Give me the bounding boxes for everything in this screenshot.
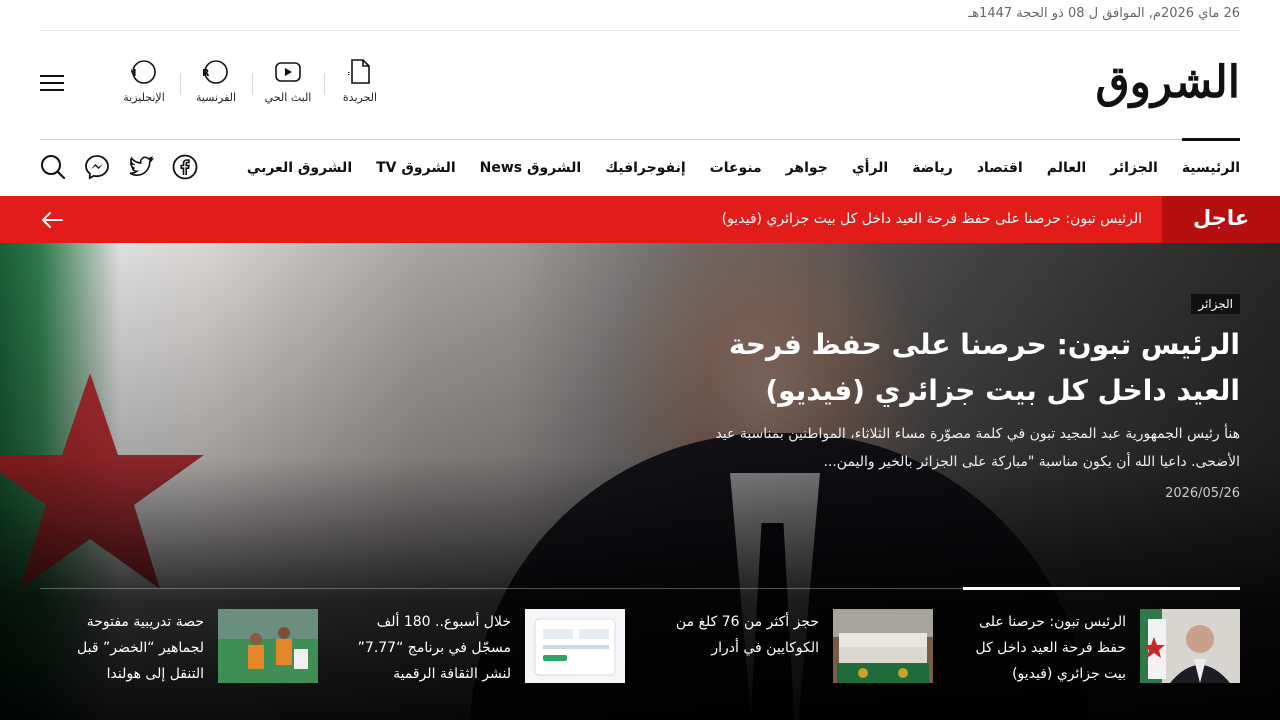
french-language-icon: FR [203, 59, 229, 85]
breaking-news-bar: عاجل الرئيس تبون: حرصنا على حفظ فرحة الع… [0, 196, 1280, 243]
shortcut-live-stream[interactable]: البث الحي [252, 59, 325, 104]
menu-icon[interactable] [40, 75, 64, 95]
facebook-icon[interactable] [172, 154, 198, 180]
hero-excerpt: هنأ رئيس الجمهورية عبد المجيد تبون في كل… [715, 426, 1240, 470]
story-title: حصة تدريبية مفتوحة لجماهير “الخضر” قبل ا… [77, 614, 204, 682]
pdf-icon: PDF [347, 59, 373, 85]
seized-drugs-thumbnail [833, 609, 933, 683]
header-shortcuts: PDF الجريدة البث الحي FR الفرنسية EN الإ… [108, 59, 396, 104]
story-card[interactable]: حجز أكثر من 76 كلغ من الكوكايين في أدرار [656, 609, 933, 685]
date-bar: 26 ماي 2026م, الموافق ل 08 ذو الحجة 1447… [40, 0, 1240, 31]
nav-item-echorouk-news[interactable]: الشروق News [480, 140, 582, 196]
shortcut-english[interactable]: EN الإنجليزية [108, 59, 181, 104]
nav-item-economy[interactable]: اقتصاد [977, 140, 1023, 196]
nav-item-jewels[interactable]: جواهر [786, 140, 828, 196]
shortcut-label: الفرنسية [195, 91, 237, 104]
svg-text:PDF: PDF [348, 71, 350, 79]
category-tag[interactable]: الجزائر [1191, 294, 1240, 314]
main-nav: الرئيسية الجزائر العالم اقتصاد رياضة الر… [40, 138, 1241, 196]
nav-item-world[interactable]: العالم [1047, 140, 1086, 196]
story-title: الرئيس تبون: حرصنا على حفظ فرحة العيد دا… [975, 614, 1126, 682]
digital-program-thumbnail [525, 609, 625, 683]
site-logo[interactable]: الشروق [1095, 55, 1241, 111]
nav-item-home[interactable]: الرئيسية [1181, 138, 1241, 196]
youtube-play-icon [275, 59, 301, 85]
story-title: خلال أسبوع.. 180 ألف مسجّل في برنامج “7.… [357, 614, 511, 682]
story-card[interactable]: حصة تدريبية مفتوحة لجماهير “الخضر” قبل ا… [41, 609, 318, 685]
president-video-thumbnail [1140, 609, 1240, 683]
related-stories: الرئيس تبون: حرصنا على حفظ فرحة العيد دا… [40, 587, 1240, 698]
story-title: حجز أكثر من 76 كلغ من الكوكايين في أدرار [675, 614, 819, 656]
hero-section: الجزائر الرئيس تبون: حرصنا على حفظ فرحة … [0, 243, 1280, 720]
twitter-icon[interactable] [128, 154, 154, 180]
shortcut-label: الجريدة [342, 91, 378, 104]
svg-text:FR: FR [203, 68, 210, 79]
site-header: الشروق PDF الجريدة البث الحي FR الفرنسية… [40, 31, 1241, 140]
hero-title[interactable]: الرئيس تبون: حرصنا على حفظ فرحة العيد دا… [680, 322, 1240, 414]
nav-item-misc[interactable]: منوعات [710, 140, 762, 196]
nav-item-infographic[interactable]: إنفوجرافيك [605, 140, 685, 196]
breaking-headline[interactable]: الرئيس تبون: حرصنا على حفظ فرحة العيد دا… [722, 196, 1142, 243]
svg-text:EN: EN [131, 68, 137, 79]
nav-item-sports[interactable]: رياضة [912, 140, 953, 196]
nav-item-echorouk-tv[interactable]: الشروق TV [376, 140, 456, 196]
nav-item-echorouk-arabi[interactable]: الشروق العربي [247, 140, 352, 196]
nav-social-icons [40, 154, 216, 180]
shortcut-label: البث الحي [264, 91, 312, 104]
shortcut-newspaper-pdf[interactable]: PDF الجريدة [324, 59, 396, 104]
breaking-label: عاجل [1162, 196, 1280, 243]
arrow-left-icon[interactable] [40, 208, 64, 232]
nav-item-opinion[interactable]: الرأي [852, 140, 888, 196]
football-training-thumbnail [218, 609, 318, 683]
hero-date: 2026/05/26 [1165, 486, 1240, 501]
story-card[interactable]: الرئيس تبون: حرصنا على حفظ فرحة العيد دا… [963, 609, 1240, 685]
search-icon[interactable] [40, 154, 66, 180]
shortcut-french[interactable]: FR الفرنسية [180, 59, 253, 104]
hero-content: الجزائر الرئيس تبون: حرصنا على حفظ فرحة … [680, 293, 1240, 501]
nav-items: الرئيسية الجزائر العالم اقتصاد رياضة الر… [223, 138, 1241, 196]
date-text: 26 ماي 2026م, الموافق ل 08 ذو الحجة 1447… [968, 6, 1240, 21]
shortcut-label: الإنجليزية [123, 91, 165, 104]
story-card[interactable]: خلال أسبوع.. 180 ألف مسجّل في برنامج “7.… [348, 609, 625, 685]
english-language-icon: EN [131, 59, 157, 85]
messenger-icon[interactable] [84, 154, 110, 180]
nav-item-algeria[interactable]: الجزائر [1110, 140, 1158, 196]
